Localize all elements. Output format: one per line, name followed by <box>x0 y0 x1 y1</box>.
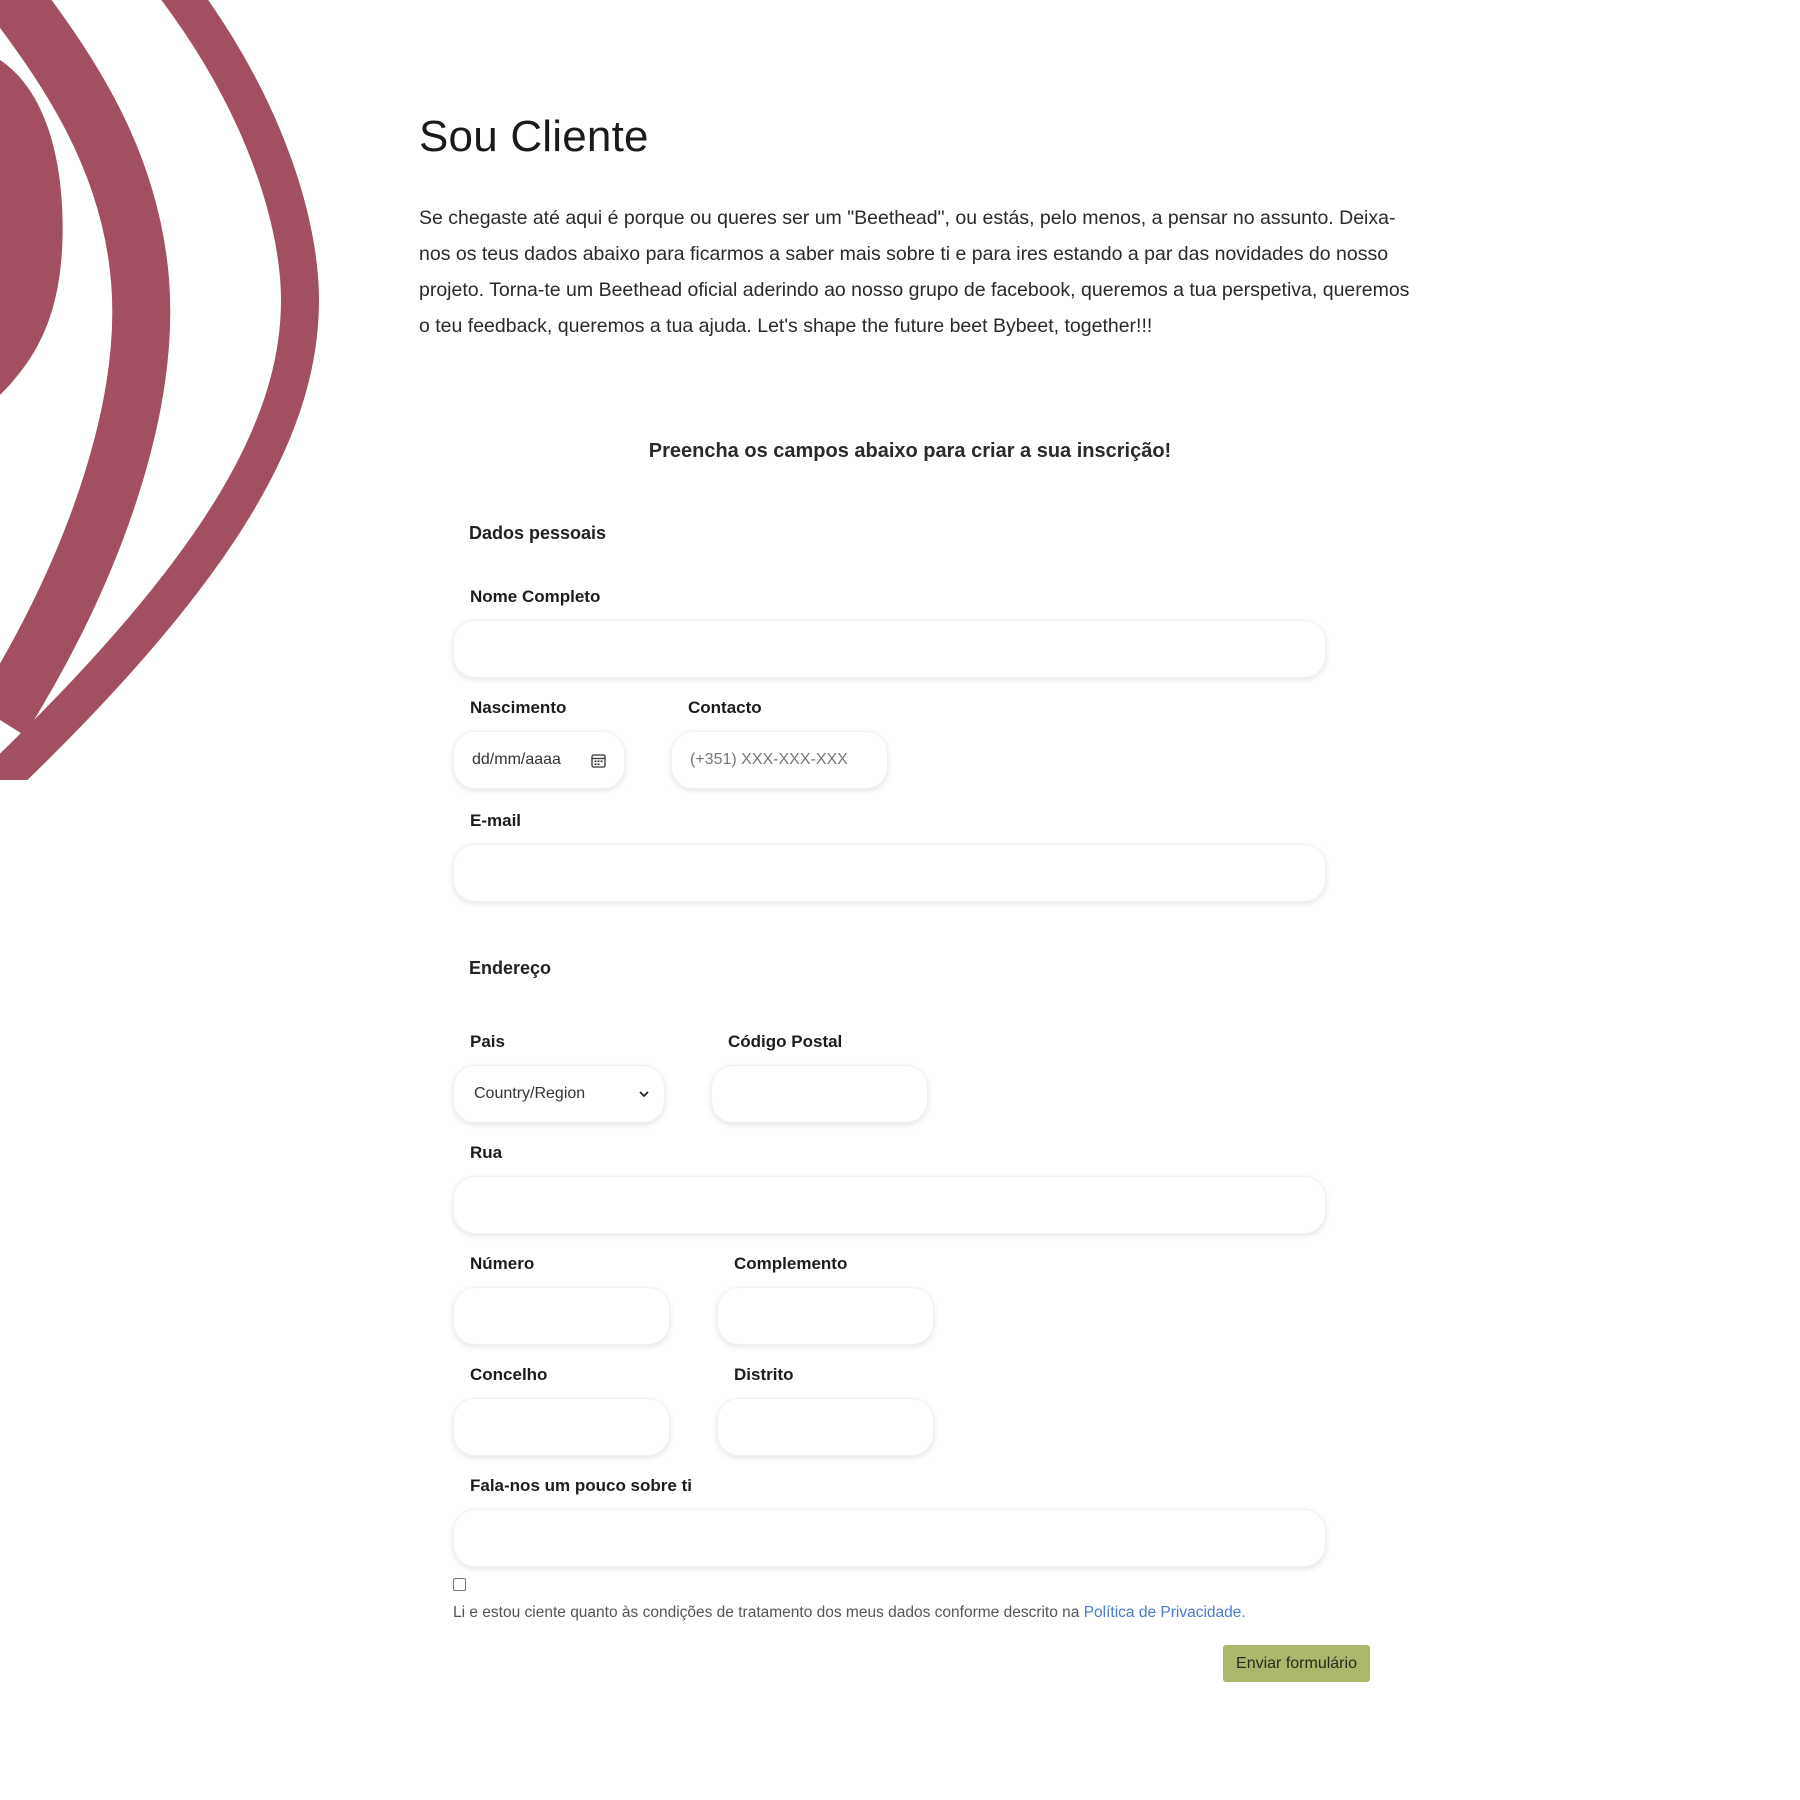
complement-input[interactable] <box>717 1287 934 1345</box>
county-label: Concelho <box>470 1365 548 1384</box>
privacy-consent-text: Li e estou ciente quanto às condições de… <box>453 1604 1246 1622</box>
district-label: Distrito <box>734 1365 794 1384</box>
district-input[interactable] <box>717 1398 934 1456</box>
submit-form-button[interactable]: Enviar formulário <box>1223 1645 1370 1682</box>
birthdate-input[interactable]: dd/mm/aaaa <box>453 731 625 789</box>
calendar-icon[interactable] <box>591 753 606 768</box>
section-title-personal: Dados pessoais <box>469 523 607 543</box>
email-label: E-mail <box>470 811 522 830</box>
country-label: Pais <box>470 1032 505 1051</box>
number-input[interactable] <box>453 1287 670 1345</box>
page-title: Sou Cliente <box>419 112 649 161</box>
privacy-consent-checkbox[interactable] <box>453 1578 466 1591</box>
street-label: Rua <box>470 1143 503 1162</box>
consent-text: Li e estou ciente quanto às condições de… <box>453 1604 1084 1621</box>
about-input[interactable] <box>453 1509 1326 1567</box>
postal-code-input[interactable] <box>711 1065 928 1123</box>
postal-code-label: Código Postal <box>728 1032 843 1051</box>
street-input[interactable] <box>453 1176 1326 1234</box>
intro-paragraph: Se chegaste até aqui é porque ou queres … <box>419 207 1410 337</box>
section-title-address: Endereço <box>469 958 552 978</box>
privacy-policy-link[interactable]: Política de Privacidade. <box>1084 1604 1246 1621</box>
full-name-input[interactable] <box>453 620 1326 678</box>
county-input[interactable] <box>453 1398 670 1456</box>
chevron-down-icon <box>639 1091 649 1098</box>
email-input[interactable] <box>453 844 1326 902</box>
contact-input[interactable] <box>671 731 888 789</box>
number-label: Número <box>470 1254 535 1273</box>
about-label: Fala-nos um pouco sobre ti <box>470 1476 692 1495</box>
decorative-swirl-graphic <box>0 0 320 780</box>
name-label: Nome Completo <box>470 587 601 606</box>
country-select[interactable]: Country/Region <box>453 1065 665 1123</box>
birthdate-placeholder: dd/mm/aaaa <box>472 751 561 768</box>
form-title: Preencha os campos abaixo para criar a s… <box>648 440 1172 462</box>
complement-label: Complemento <box>734 1254 848 1273</box>
country-selected-value: Country/Region <box>474 1085 586 1102</box>
contact-label: Contacto <box>688 698 762 717</box>
birth-label: Nascimento <box>470 698 567 717</box>
